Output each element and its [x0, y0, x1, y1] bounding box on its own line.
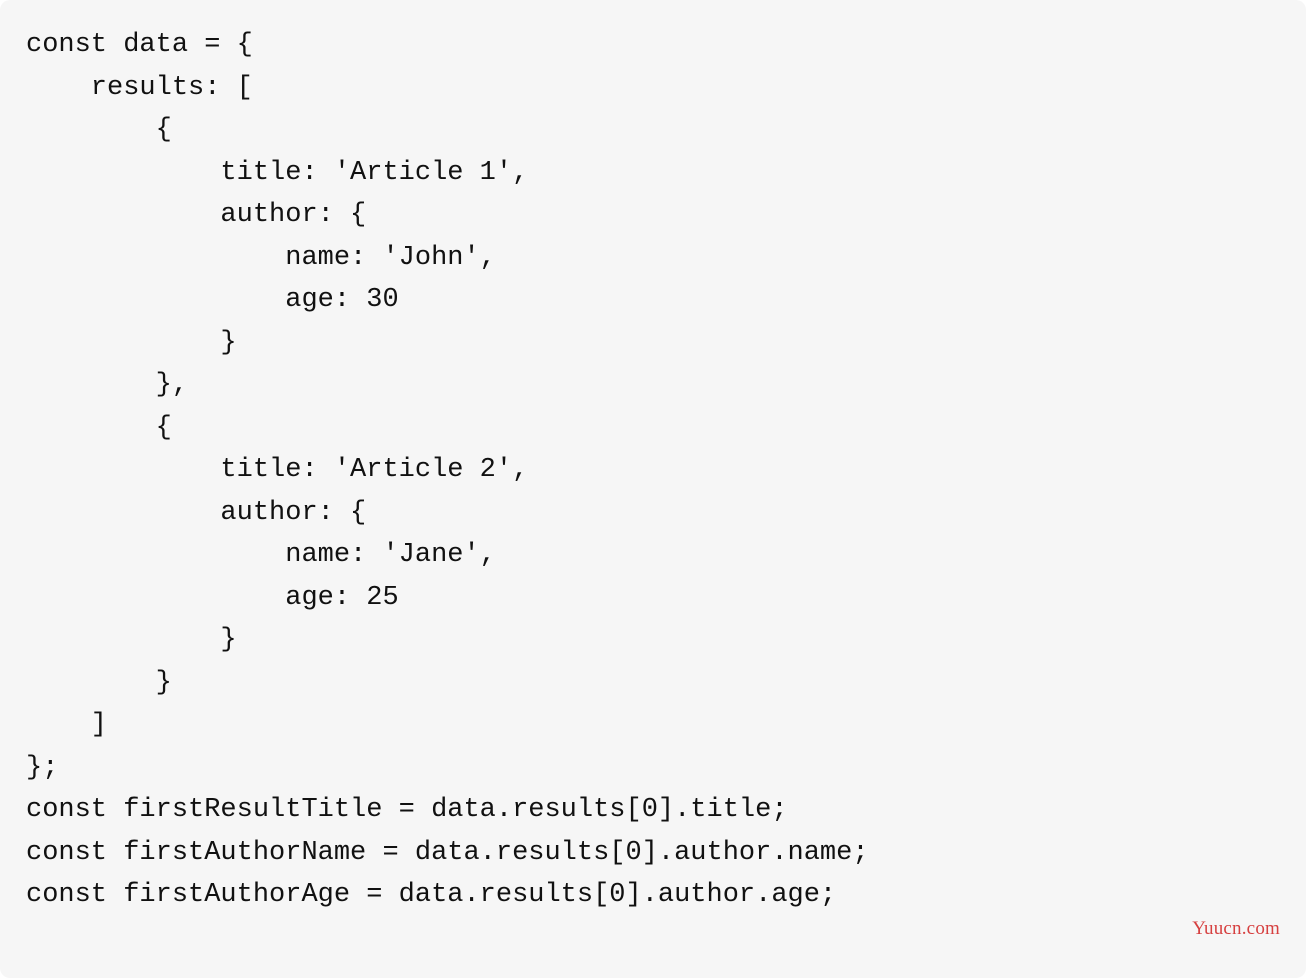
code-line: {	[26, 115, 172, 145]
code-line: }	[26, 625, 237, 655]
code-line: age: 30	[26, 285, 399, 315]
code-line: const firstAuthorAge = data.results[0].a…	[26, 880, 836, 910]
code-line: age: 25	[26, 583, 399, 613]
code-line: ]	[26, 710, 107, 740]
code-line: results: [	[26, 73, 253, 103]
code-line: title: 'Article 2',	[26, 455, 528, 485]
code-line: }	[26, 328, 237, 358]
code-line: {	[26, 413, 172, 443]
code-line: const firstResultTitle = data.results[0]…	[26, 795, 788, 825]
watermark-text: Yuucn.com	[1192, 908, 1280, 951]
code-line: title: 'Article 1',	[26, 158, 528, 188]
code-line: },	[26, 370, 188, 400]
code-line: const firstAuthorName = data.results[0].…	[26, 838, 869, 868]
code-line: author: {	[26, 200, 366, 230]
code-line: name: 'Jane',	[26, 540, 496, 570]
code-line: }	[26, 668, 172, 698]
code-block: const data = { results: [ { title: 'Arti…	[0, 0, 1306, 978]
code-line: author: {	[26, 498, 366, 528]
code-line: name: 'John',	[26, 243, 496, 273]
code-line: const data = {	[26, 30, 253, 60]
code-line: };	[26, 753, 58, 783]
